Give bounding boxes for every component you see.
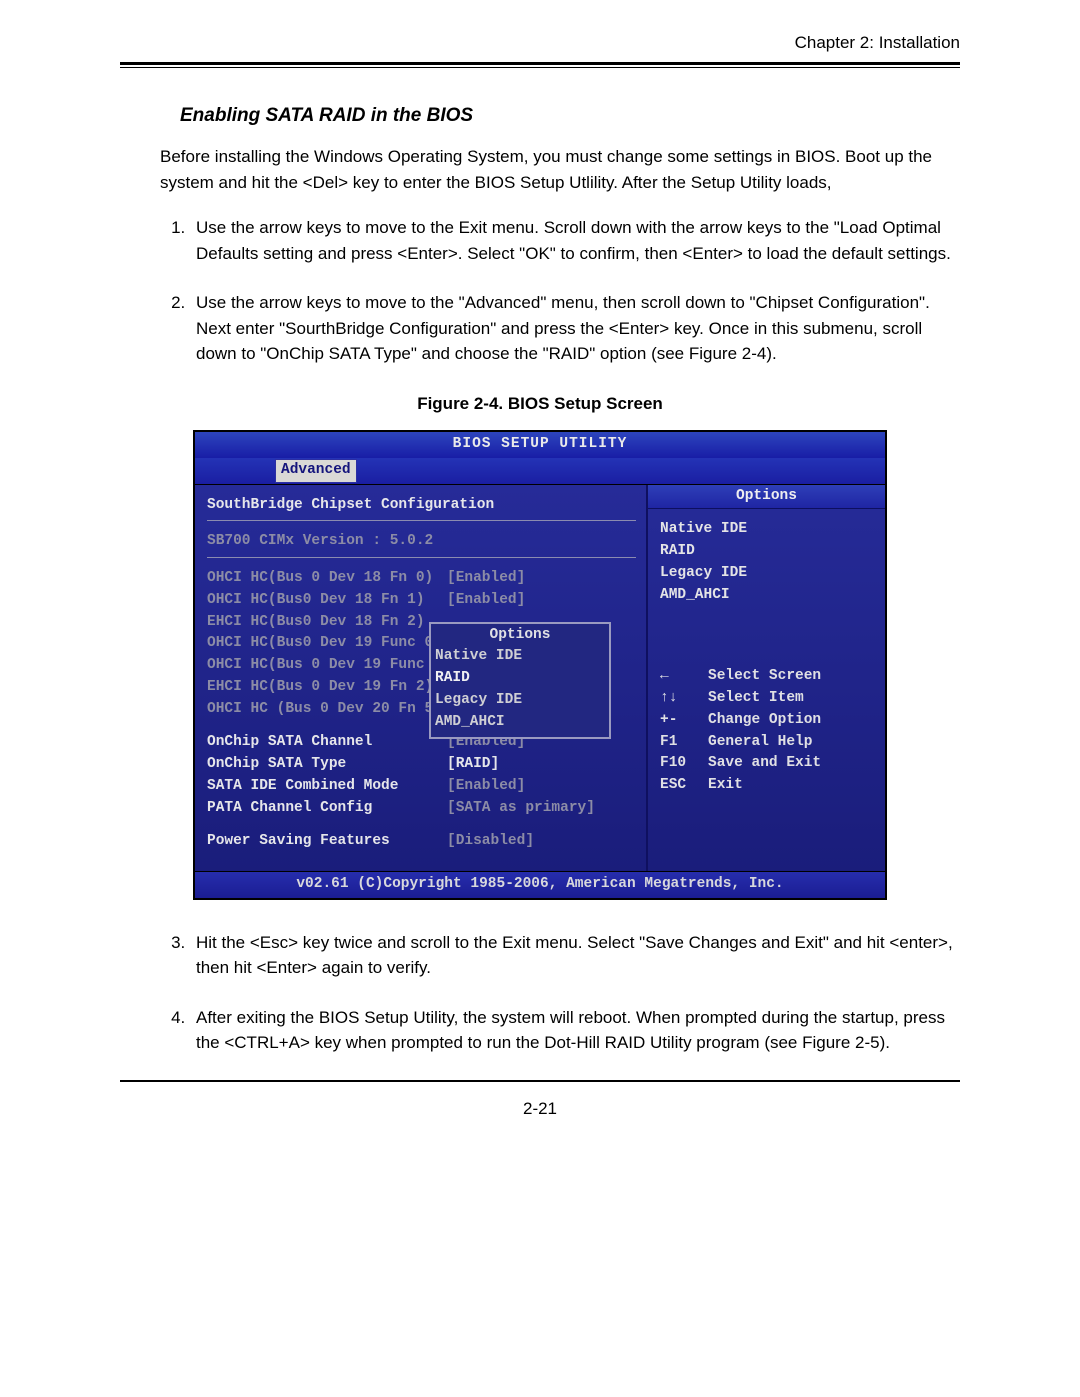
header-rule <box>120 62 960 68</box>
popup-option[interactable]: AMD_AHCI <box>435 712 605 734</box>
section-title: Enabling SATA RAID in the BIOS <box>180 102 960 131</box>
divider <box>207 520 636 521</box>
list-item: Use the arrow keys to move to the "Advan… <box>190 290 960 367</box>
bios-panel-heading: SouthBridge Chipset Configuration <box>207 495 636 517</box>
side-panel-title: Options <box>648 485 885 510</box>
f1-key: F1 <box>660 732 708 754</box>
cimx-version: SB700 CIMx Version : 5.0.2 <box>207 531 636 553</box>
arrow-left-icon: ← <box>660 666 708 688</box>
bios-main-panel: SouthBridge Chipset Configuration SB700 … <box>195 485 648 872</box>
list-item: After exiting the BIOS Setup Utility, th… <box>190 1005 960 1056</box>
page-number: 2-21 <box>120 1096 960 1122</box>
divider <box>207 557 636 558</box>
figure-caption: Figure 2-4. BIOS Setup Screen <box>120 391 960 417</box>
popup-option-selected[interactable]: RAID <box>435 668 605 690</box>
steps-list-part1: Use the arrow keys to move to the Exit m… <box>160 215 960 367</box>
bios-footer: v02.61 (C)Copyright 1985-2006, American … <box>195 871 885 898</box>
list-item: Use the arrow keys to move to the Exit m… <box>190 215 960 266</box>
bios-title: BIOS SETUP UTILITY <box>195 432 885 458</box>
options-popup[interactable]: Options Native IDE RAID Legacy IDE AMD_A… <box>429 622 611 740</box>
table-row[interactable]: PATA Channel Config[SATA as primary] <box>207 798 636 820</box>
chapter-header: Chapter 2: Installation <box>120 30 960 56</box>
side-option: RAID <box>660 541 875 563</box>
footer-rule <box>120 1080 960 1082</box>
bios-tab-bar: Advanced <box>195 458 885 484</box>
table-row: OHCI HC(Bus0 Dev 18 Fn 1)[Enabled] <box>207 590 636 612</box>
intro-paragraph: Before installing the Windows Operating … <box>160 144 960 195</box>
plus-minus-icon: +- <box>660 710 708 732</box>
bios-side-panel: Options Native IDE RAID Legacy IDE AMD_A… <box>648 485 885 872</box>
table-row: OHCI HC(Bus 0 Dev 18 Fn 0)[Enabled] <box>207 568 636 590</box>
table-row[interactable]: SATA IDE Combined Mode[Enabled] <box>207 776 636 798</box>
key-help: ←Select Screen ↑↓Select Item +-Change Op… <box>660 666 875 797</box>
tab-advanced[interactable]: Advanced <box>275 459 357 483</box>
bios-screenshot: BIOS SETUP UTILITY Advanced SouthBridge … <box>193 430 887 900</box>
side-option: Legacy IDE <box>660 563 875 585</box>
list-item: Hit the <Esc> key twice and scroll to th… <box>190 930 960 981</box>
popup-option[interactable]: Legacy IDE <box>435 690 605 712</box>
side-option: Native IDE <box>660 519 875 541</box>
steps-list-part2: Hit the <Esc> key twice and scroll to th… <box>160 930 960 1056</box>
esc-key: ESC <box>660 775 708 797</box>
popup-title: Options <box>435 625 605 647</box>
side-option: AMD_AHCI <box>660 585 875 607</box>
arrow-updown-icon: ↑↓ <box>660 688 708 710</box>
table-row[interactable]: Power Saving Features[Disabled] <box>207 831 636 853</box>
f10-key: F10 <box>660 753 708 775</box>
popup-option[interactable]: Native IDE <box>435 646 605 668</box>
table-row-selected[interactable]: OnChip SATA Type[RAID] <box>207 754 636 776</box>
